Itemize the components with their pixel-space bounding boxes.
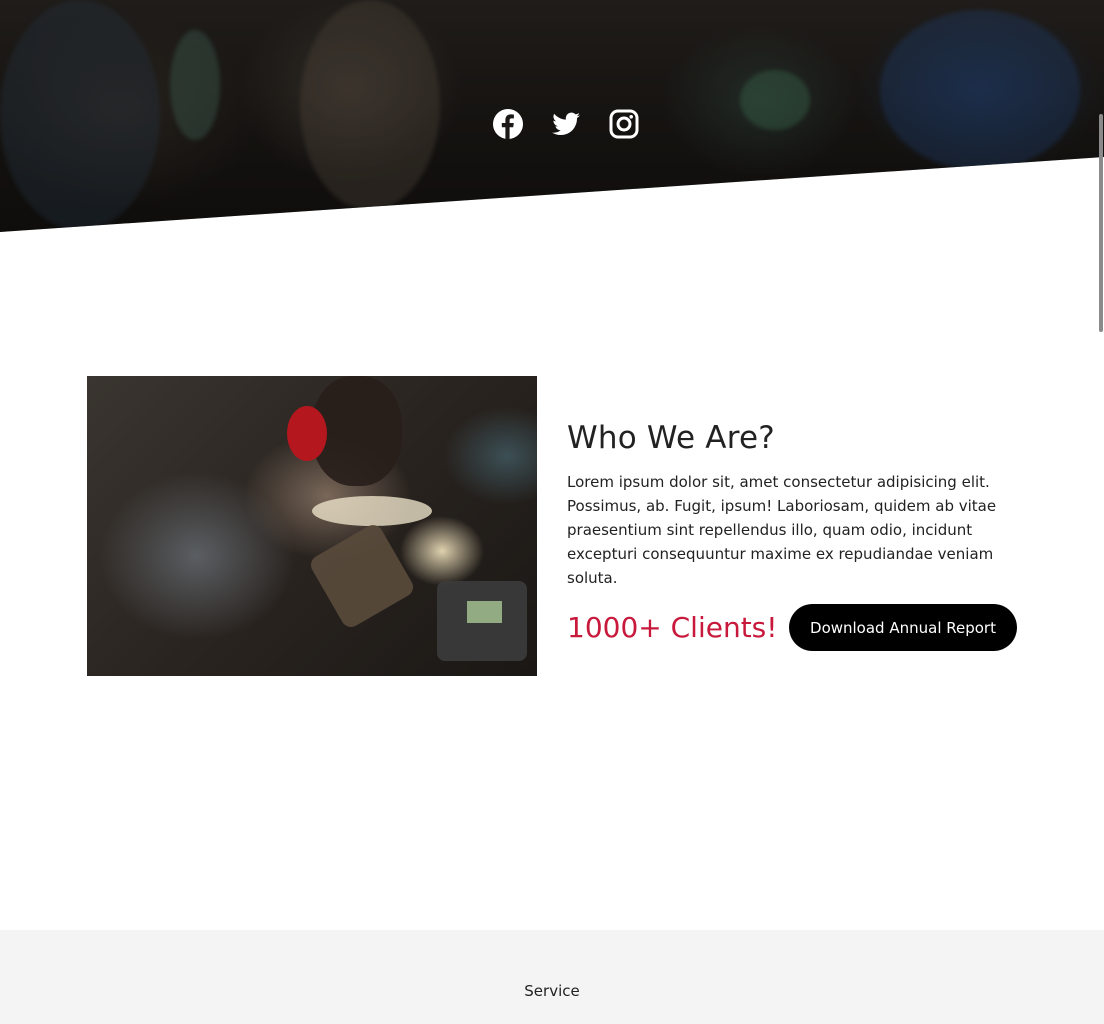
social-links xyxy=(490,108,642,144)
about-description: Lorem ipsum dolor sit, amet consectetur … xyxy=(567,473,997,587)
download-annual-report-button[interactable]: Download Annual Report xyxy=(789,604,1017,651)
about-actions: 1000+ Clients! Download Annual Report xyxy=(567,604,1017,651)
about-content: Who We Are? Lorem ipsum dolor sit, amet … xyxy=(567,420,1027,651)
page-scrollbar[interactable] xyxy=(1096,0,1104,1024)
hero-banner xyxy=(0,0,1104,232)
about-title: Who We Are? xyxy=(567,420,775,456)
facebook-link[interactable] xyxy=(490,108,526,144)
scrollbar-thumb[interactable] xyxy=(1099,114,1103,332)
instagram-link[interactable] xyxy=(606,108,642,144)
twitter-link[interactable] xyxy=(548,108,584,144)
about-photo xyxy=(87,376,537,676)
twitter-icon xyxy=(550,108,582,144)
page: Who We Are? Lorem ipsum dolor sit, amet … xyxy=(0,0,1104,1024)
service-section: Service xyxy=(0,930,1104,1024)
clients-count: 1000+ Clients! xyxy=(567,611,778,644)
service-title: Service xyxy=(524,982,580,1000)
instagram-icon xyxy=(608,108,640,144)
facebook-icon xyxy=(492,108,524,144)
